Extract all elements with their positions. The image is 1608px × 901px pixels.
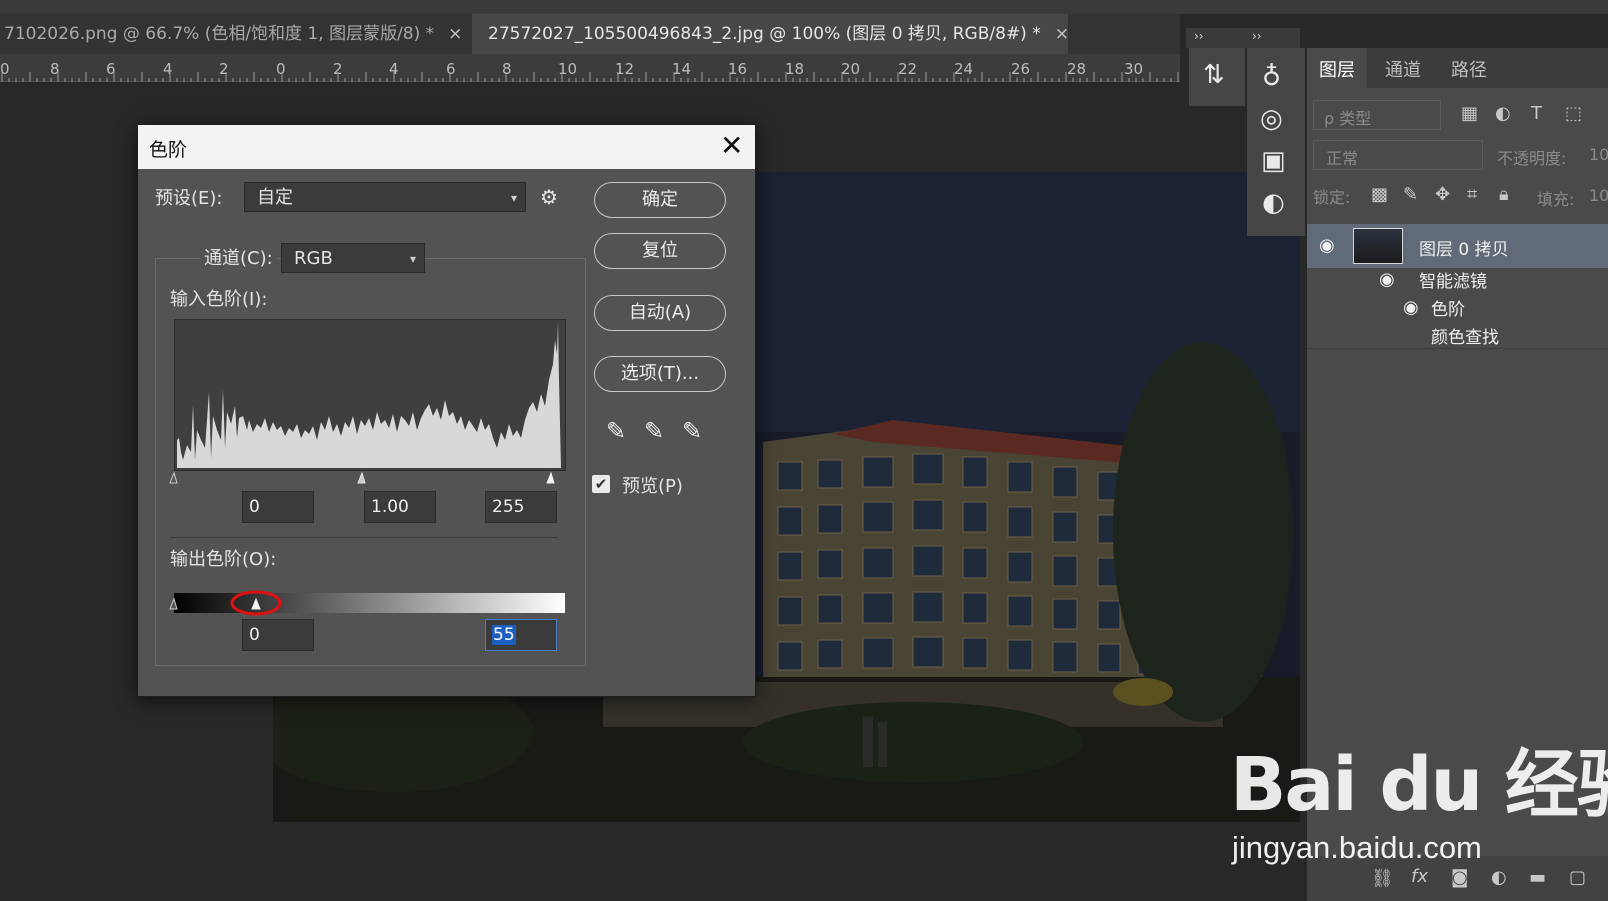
filter-type-label: ρ 类型 (1324, 109, 1372, 128)
watermark-url: jingyan.baidu.com (1232, 830, 1482, 865)
tab-document-2-title: 27572027_105500496843_2.jpg @ 100% (图层 0… (488, 24, 1041, 44)
preset-label: 预设(E): (155, 188, 223, 209)
preset-value: 自定 (257, 187, 293, 208)
levels-dialog: 色阶 ✕ 预设(E): 自定 ▾ ⚙ 通道(C): RGB ▾ 输入色阶(I):… (137, 124, 756, 697)
fx-icon[interactable]: fx (1411, 866, 1428, 887)
link-icon[interactable]: ⛓ (1371, 868, 1394, 889)
channel-label: 通道(C): (200, 244, 277, 270)
divider (1307, 348, 1608, 349)
white-eyedropper-icon[interactable]: ✎ (682, 417, 702, 445)
opacity-label: 不透明度: (1497, 149, 1567, 168)
opacity-value[interactable]: 10 (1589, 145, 1608, 164)
ok-button[interactable]: 确定 (594, 182, 726, 218)
black-eyedropper-icon[interactable]: ✎ (606, 417, 626, 445)
layer-filter-select[interactable]: ρ 类型 (1313, 100, 1441, 130)
lightbulb-icon[interactable]: ♁ (1262, 62, 1281, 92)
history-dock: ⇅ (1189, 48, 1245, 106)
input-levels-label: 输入色阶(I): (170, 289, 268, 310)
creative-cloud-icon[interactable]: ◎ (1260, 104, 1283, 134)
collapse-icon[interactable]: ›› (1252, 29, 1262, 43)
tools-dock: ♁ ◎ ▣ ◐ (1247, 48, 1305, 236)
output-white-slider[interactable] (251, 597, 261, 610)
auto-button[interactable]: 自动(A) (594, 295, 726, 331)
dialog-title: 色阶 (149, 139, 188, 161)
tab-close-icon[interactable]: × (1055, 24, 1068, 44)
layer-row-selected[interactable]: ◉ 图层 0 拷贝 (1307, 224, 1608, 268)
white-point-slider[interactable] (546, 471, 555, 484)
mask-icon[interactable]: ◙ (1451, 867, 1468, 888)
image-filter-icon[interactable]: ▦ (1461, 103, 1478, 124)
fill-value[interactable]: 10 (1589, 186, 1608, 205)
layer-name[interactable]: 图层 0 拷贝 (1419, 235, 1509, 260)
panel-dock-strip: ›› ›› (1186, 28, 1300, 48)
reset-button[interactable]: 复位 (594, 233, 726, 269)
gray-eyedropper-icon[interactable]: ✎ (644, 417, 664, 445)
baidu-logo: Bai du 经验 (1230, 742, 1608, 828)
lock-transparency-icon[interactable]: ▩ (1371, 184, 1388, 205)
tab-layers[interactable]: 图层 (1319, 56, 1355, 82)
output-black-slider[interactable] (169, 597, 178, 610)
ruler-ticks (1, 72, 1179, 82)
eye-icon[interactable]: ◉ (1319, 235, 1335, 256)
adjustment-filter-icon[interactable]: ◐ (1495, 103, 1511, 124)
input-gamma-field[interactable]: 1.00 (364, 491, 436, 523)
folder-icon[interactable]: ▬ (1529, 867, 1546, 888)
gamma-slider[interactable] (357, 471, 366, 484)
tab-close-icon[interactable]: × (448, 24, 462, 44)
preview-label: 预览(P) (622, 476, 683, 497)
output-black-field[interactable]: 0 (242, 619, 314, 651)
history-icon[interactable]: ⇅ (1203, 60, 1225, 90)
lock-label: 锁定: (1313, 188, 1351, 207)
chevron-down-icon: ▾ (510, 191, 517, 205)
histogram (174, 319, 566, 471)
preset-select[interactable]: 自定 ▾ (244, 182, 526, 212)
histogram-graph (177, 322, 561, 468)
tab-document-2[interactable]: 27572027_105500496843_2.jpg @ 100% (图层 0… (472, 14, 1068, 54)
chevron-down-icon: ▾ (409, 252, 416, 266)
tab-document-1[interactable]: 7102026.png @ 66.7% (色相/饱和度 1, 图层蒙版/8) *… (0, 14, 470, 54)
output-white-value: 55 (492, 625, 516, 645)
lock-brush-icon[interactable]: ✎ (1403, 184, 1418, 205)
blend-mode-value: 正常 (1326, 149, 1359, 168)
output-levels-label: 输出色阶(O): (170, 549, 277, 570)
document-tab-bar: 7102026.png @ 66.7% (色相/饱和度 1, 图层蒙版/8) *… (0, 14, 1180, 54)
horizontal-ruler: 0 8 6 4 2 0 2 4 6 8 10 12 14 16 18 20 22… (0, 54, 1180, 82)
lock-move-icon[interactable]: ✥ (1435, 184, 1450, 205)
channel-select[interactable]: RGB ▾ (281, 243, 425, 273)
preview-checkbox[interactable]: ✔ (592, 475, 610, 493)
layer-thumbnail (1353, 228, 1403, 264)
output-sliders (169, 590, 282, 616)
tab-document-1-title: 7102026.png @ 66.7% (色相/饱和度 1, 图层蒙版/8) * (4, 24, 435, 44)
lock-artboard-icon[interactable]: ⌗ (1467, 184, 1477, 205)
options-button[interactable]: 选项(T)... (594, 356, 726, 392)
close-icon[interactable]: ✕ (720, 131, 743, 161)
blend-mode-select[interactable]: 正常 (1313, 140, 1483, 170)
adjustments-icon[interactable]: ◐ (1262, 188, 1285, 218)
levels-filter-label[interactable]: 色阶 (1431, 295, 1465, 320)
input-black-field[interactable]: 0 (242, 491, 314, 523)
tab-paths[interactable]: 路径 (1451, 56, 1487, 82)
smart-filters-label[interactable]: 智能滤镜 (1419, 267, 1487, 292)
shape-filter-icon[interactable]: ⬚ (1565, 103, 1582, 124)
tab-channels[interactable]: 通道 (1385, 56, 1421, 82)
input-white-field[interactable]: 255 (485, 491, 557, 523)
new-layer-icon[interactable]: ▢ (1569, 867, 1586, 888)
dialog-title-bar[interactable]: 色阶 ✕ (138, 125, 755, 169)
3d-icon[interactable]: ▣ (1261, 146, 1286, 176)
fill-label: 填充: (1537, 190, 1575, 209)
color-lookup-filter-label[interactable]: 颜色查找 (1431, 323, 1499, 348)
divider (170, 537, 558, 538)
input-sliders (169, 471, 555, 484)
type-filter-icon[interactable]: T (1531, 103, 1542, 124)
channel-value: RGB (294, 248, 333, 269)
collapse-icon[interactable]: ›› (1194, 29, 1204, 43)
output-white-field[interactable]: 55 (485, 619, 557, 651)
adjustment-layer-icon[interactable]: ◐ (1491, 867, 1507, 888)
eye-icon[interactable]: ◉ (1379, 269, 1395, 290)
layers-panel-tabs: 图层 通道 路径 (1307, 48, 1608, 88)
gear-icon[interactable]: ⚙ (540, 185, 558, 209)
top-strip (0, 0, 1608, 14)
eye-icon[interactable]: ◉ (1403, 297, 1419, 318)
lock-all-icon[interactable]: 🔒︎ (1499, 184, 1509, 205)
